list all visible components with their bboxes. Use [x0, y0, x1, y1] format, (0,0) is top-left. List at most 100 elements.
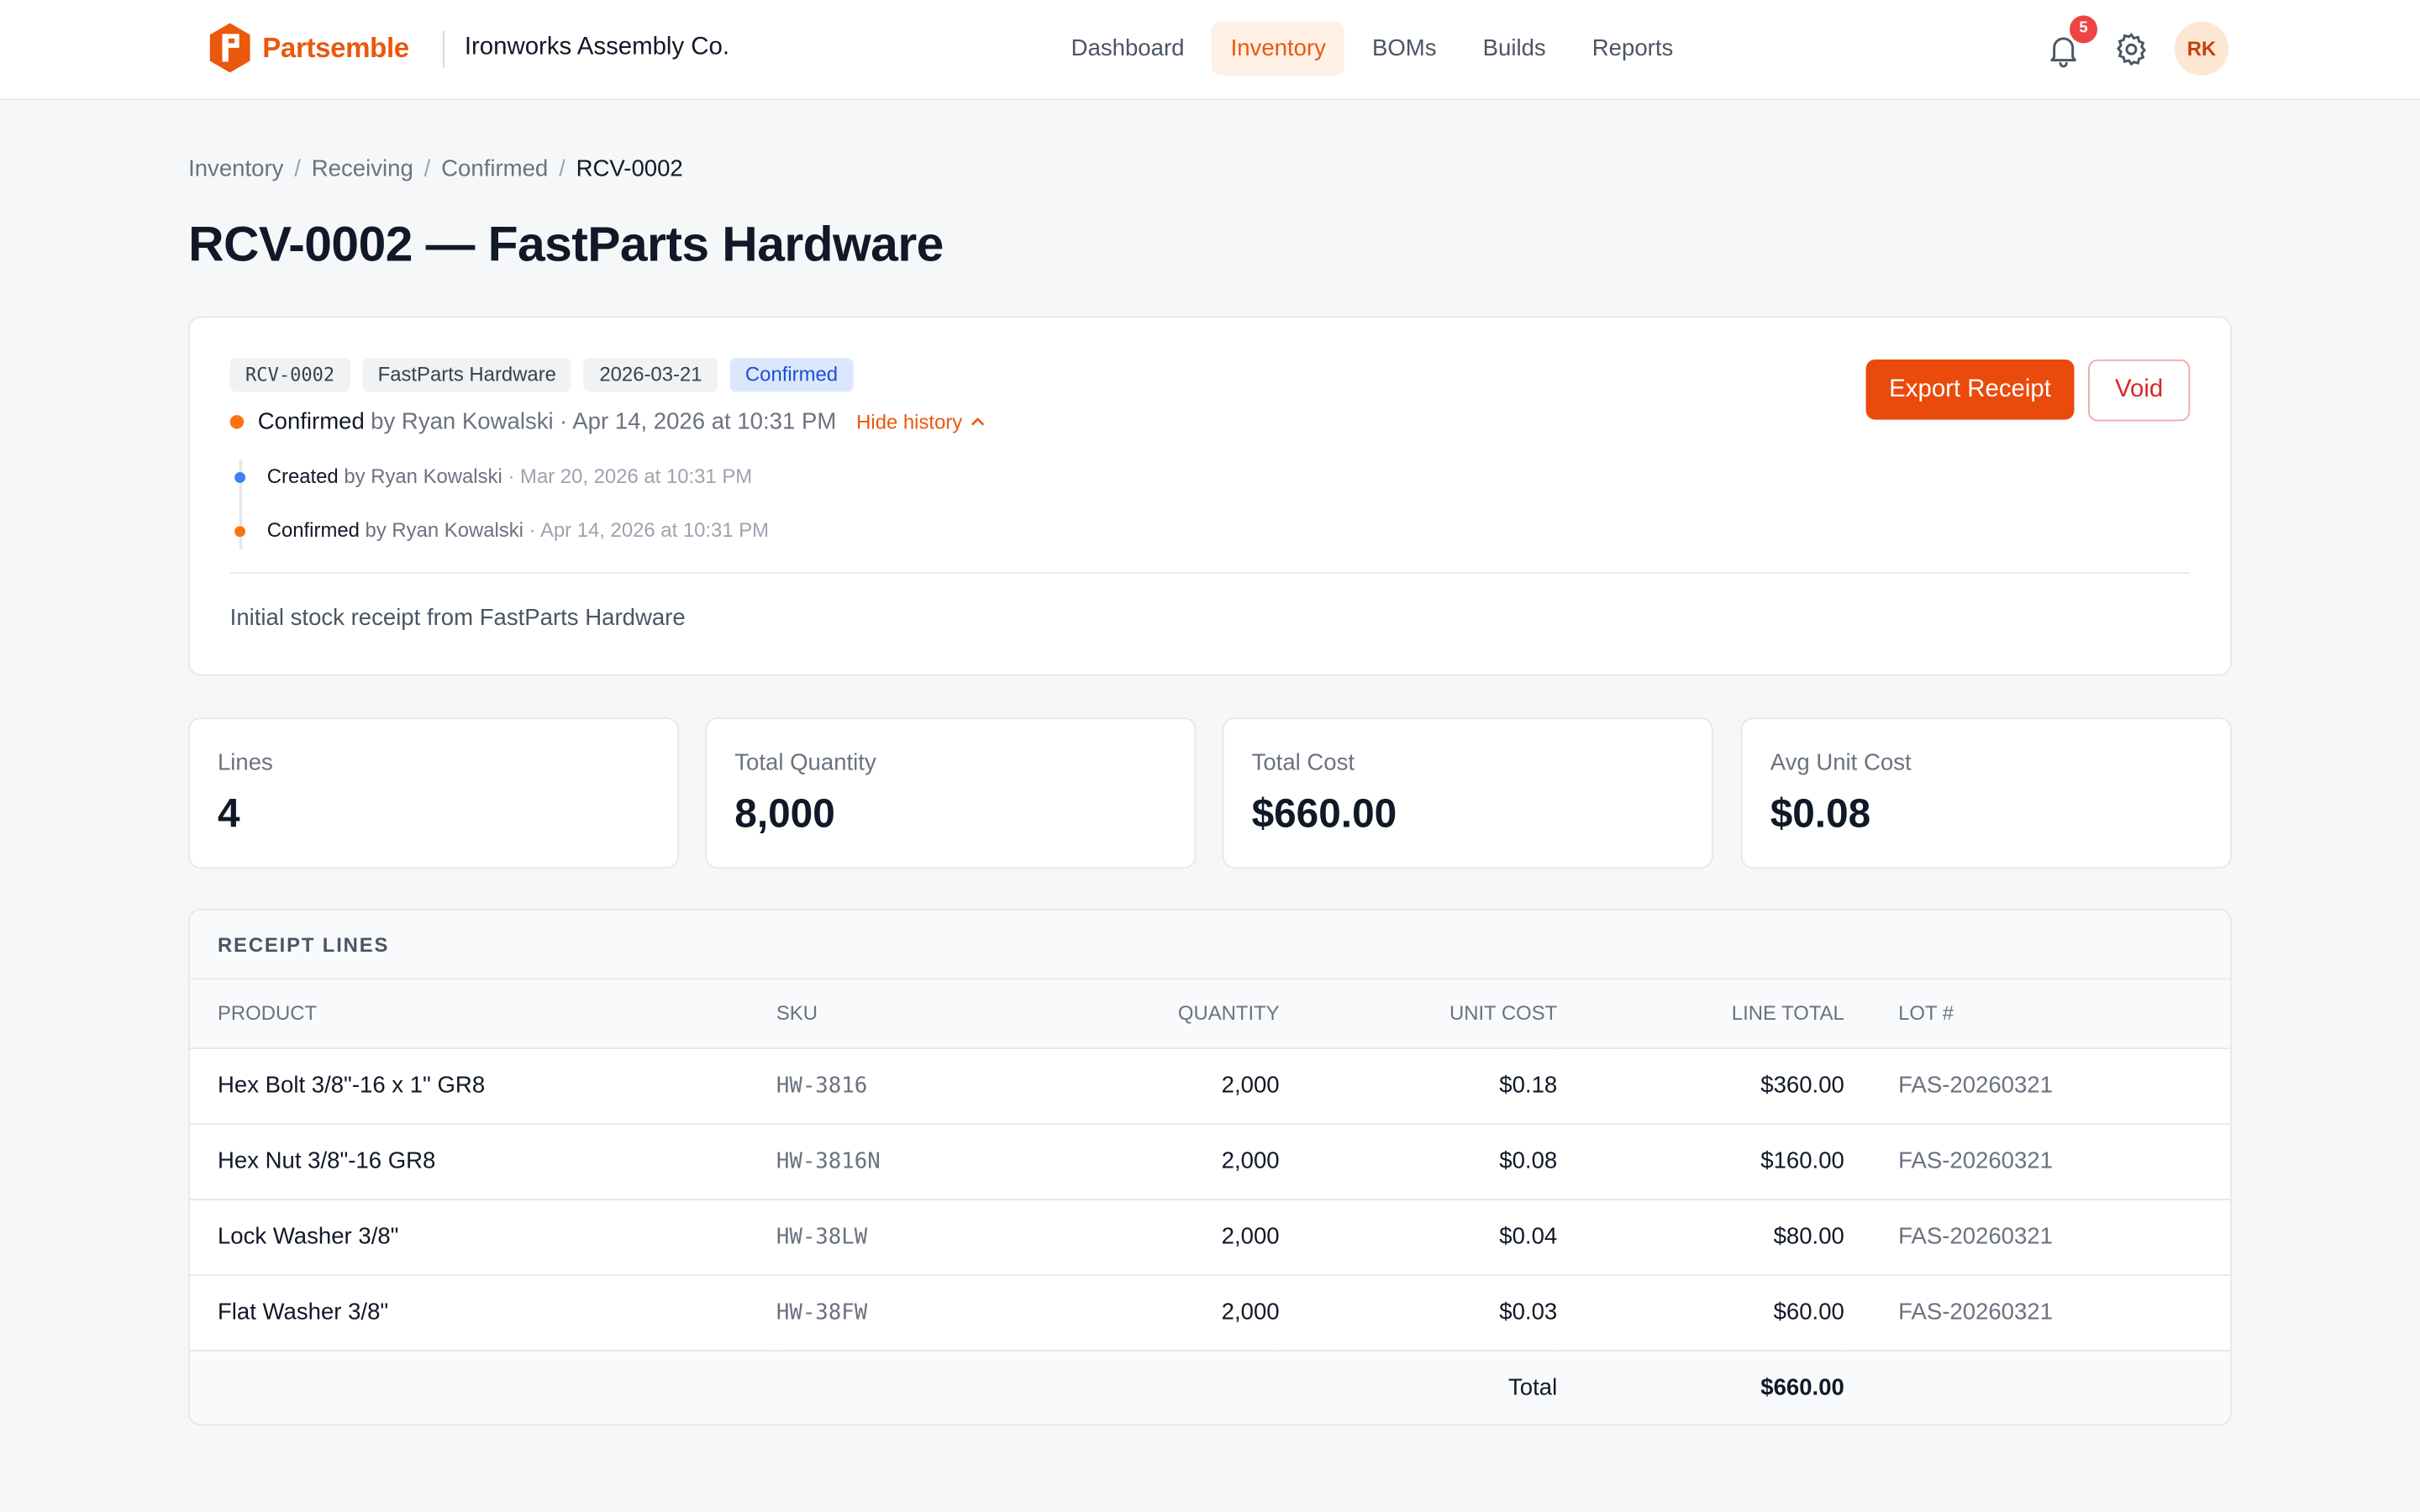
cell-sku: HW-38FW: [776, 1274, 1049, 1352]
cell-sku: HW-3816: [776, 1047, 1049, 1125]
timeline-dot-icon: [234, 526, 246, 538]
column-header-quantity[interactable]: QUANTITY: [1048, 979, 1280, 1049]
history-action: Confirmed: [266, 518, 360, 542]
column-header-lot[interactable]: LOT #: [1844, 979, 2231, 1049]
nav-boms[interactable]: BOMs: [1354, 22, 1455, 76]
hide-history-label: Hide history: [856, 410, 963, 434]
history-when: · Mar 20, 2026 at 10:31 PM: [508, 464, 753, 488]
column-header-line-total[interactable]: LINE TOTAL: [1557, 979, 1844, 1049]
receipt-header-card: RCV-0002 FastParts Hardware 2026-03-21 C…: [188, 316, 2232, 676]
export-receipt-button[interactable]: Export Receipt: [1865, 359, 2075, 420]
brand-name: Partsemble: [262, 31, 409, 63]
stat-value: $0.08: [1770, 790, 1871, 837]
cell-sku: HW-38LW: [776, 1199, 1049, 1276]
stat-card-avg-unit-cost: Avg Unit Cost $0.08: [1740, 717, 2232, 869]
breadcrumb-current: RCV-0002: [576, 155, 683, 182]
stat-value: $660.00: [1251, 790, 1397, 837]
notification-count-badge: 5: [2070, 15, 2098, 44]
page-title: RCV-0002 — FastParts Hardware: [188, 216, 944, 272]
date-tag: 2026-03-21: [583, 358, 718, 392]
cell-line-total: $360.00: [1557, 1047, 1844, 1125]
cell-unit-cost: $0.08: [1279, 1123, 1558, 1200]
empty-cell: [776, 1350, 1049, 1425]
cell-quantity: 2,000: [1048, 1274, 1280, 1352]
history-timeline: Created by Ryan Kowalski · Mar 20, 2026 …: [230, 459, 769, 568]
cell-sku: HW-3816N: [776, 1123, 1049, 1200]
stat-value: 8,000: [734, 790, 835, 837]
breadcrumb-receiving[interactable]: Receiving: [312, 156, 413, 182]
breadcrumb-separator: /: [294, 155, 301, 182]
receipt-id-tag: RCV-0002: [229, 358, 350, 392]
cell-quantity: 2,000: [1048, 1199, 1280, 1276]
empty-cell: [1844, 1350, 2231, 1425]
history-when: · Apr 14, 2026 at 10:31 PM: [529, 518, 770, 542]
breadcrumb-separator: /: [424, 155, 431, 182]
table-row[interactable]: Hex Nut 3/8"-16 GR8 HW-3816N 2,000 $0.08…: [189, 1123, 2231, 1200]
status-by: by Ryan Kowalski: [371, 408, 554, 435]
status-badge: Confirmed: [729, 358, 854, 392]
cell-unit-cost: $0.18: [1279, 1047, 1558, 1125]
void-button[interactable]: Void: [2088, 359, 2191, 422]
organization-name: Ironworks Assembly Co.: [464, 34, 730, 60]
timeline-dot-icon: [234, 472, 246, 483]
receipt-notes: Initial stock receipt from FastParts Har…: [229, 604, 686, 632]
column-header-product[interactable]: PRODUCT: [189, 979, 776, 1049]
chevron-up-icon: [971, 417, 984, 426]
cell-lot: FAS-20260321: [1844, 1123, 2231, 1200]
section-divider: [229, 572, 2191, 575]
breadcrumb: Inventory / Receiving / Confirmed / RCV-…: [188, 156, 683, 182]
table-header-row: PRODUCT SKU QUANTITY UNIT COST LINE TOTA…: [189, 979, 2231, 1049]
brand-logo[interactable]: Partsemble: [207, 22, 409, 74]
cell-unit-cost: $0.03: [1279, 1274, 1558, 1352]
table-row[interactable]: Lock Washer 3/8" HW-38LW 2,000 $0.04 $80…: [189, 1199, 2231, 1276]
history-entry: Created by Ryan Kowalski · Mar 20, 2026 …: [230, 459, 769, 513]
cell-line-total: $60.00: [1557, 1274, 1844, 1352]
empty-cell: [1048, 1350, 1280, 1425]
nav-reports[interactable]: Reports: [1574, 22, 1692, 76]
stat-label: Total Quantity: [734, 749, 876, 776]
status-dot-icon: [229, 415, 245, 429]
cell-product: Flat Washer 3/8": [189, 1274, 776, 1352]
cell-quantity: 2,000: [1048, 1047, 1280, 1125]
cell-quantity: 2,000: [1048, 1123, 1280, 1200]
main-nav: Dashboard Inventory BOMs Builds Reports: [1053, 21, 1702, 76]
stat-label: Lines: [217, 749, 273, 776]
column-header-sku[interactable]: SKU: [776, 979, 1049, 1049]
cell-lot: FAS-20260321: [1844, 1274, 2231, 1352]
status-when: · Apr 14, 2026 at 10:31 PM: [559, 408, 837, 435]
nav-dashboard[interactable]: Dashboard: [1053, 22, 1203, 76]
status-summary: Confirmed by Ryan Kowalski · Apr 14, 202…: [229, 408, 986, 435]
column-header-unit-cost[interactable]: UNIT COST: [1279, 979, 1558, 1049]
user-avatar[interactable]: RK: [2174, 21, 2229, 76]
settings-gear-icon[interactable]: [2112, 31, 2149, 68]
stat-value: 4: [217, 790, 240, 837]
cell-lot: FAS-20260321: [1844, 1047, 2231, 1125]
cell-line-total: $160.00: [1557, 1123, 1844, 1200]
stat-card-lines: Lines 4: [188, 717, 680, 869]
empty-cell: [189, 1350, 776, 1425]
vendor-tag: FastParts Hardware: [362, 358, 572, 392]
top-nav-bar: Partsemble Ironworks Assembly Co. Dashbo…: [0, 0, 2420, 101]
hide-history-toggle[interactable]: Hide history: [856, 410, 986, 434]
history-by: by Ryan Kowalski: [344, 464, 502, 488]
table-row[interactable]: Flat Washer 3/8" HW-38FW 2,000 $0.03 $60…: [189, 1274, 2231, 1352]
nav-builds[interactable]: Builds: [1465, 22, 1565, 76]
partsemble-logo-icon: [209, 23, 250, 73]
cell-product: Hex Nut 3/8"-16 GR8: [189, 1123, 776, 1200]
breadcrumb-inventory[interactable]: Inventory: [188, 156, 283, 182]
cell-lot: FAS-20260321: [1844, 1199, 2231, 1276]
receipt-tags: RCV-0002 FastParts Hardware 2026-03-21 C…: [229, 358, 854, 392]
cell-line-total: $80.00: [1557, 1199, 1844, 1276]
cell-product: Hex Bolt 3/8"-16 x 1" GR8: [189, 1047, 776, 1125]
stat-label: Avg Unit Cost: [1770, 749, 1912, 776]
status-text: Confirmed: [257, 408, 365, 435]
receipt-lines-card: RECEIPT LINES PRODUCT SKU QUANTITY UNIT …: [188, 908, 2232, 1426]
stat-card-total-quantity: Total Quantity 8,000: [705, 717, 1197, 869]
nav-inventory[interactable]: Inventory: [1212, 21, 1344, 76]
history-by: by Ryan Kowalski: [365, 518, 524, 542]
stat-card-total-cost: Total Cost $660.00: [1222, 717, 1713, 869]
history-entry: Confirmed by Ryan Kowalski · Apr 14, 202…: [230, 514, 769, 568]
table-row[interactable]: Hex Bolt 3/8"-16 x 1" GR8 HW-3816 2,000 …: [189, 1047, 2231, 1125]
breadcrumb-confirmed[interactable]: Confirmed: [441, 156, 548, 182]
receipt-lines-table: PRODUCT SKU QUANTITY UNIT COST LINE TOTA…: [189, 979, 2231, 1425]
